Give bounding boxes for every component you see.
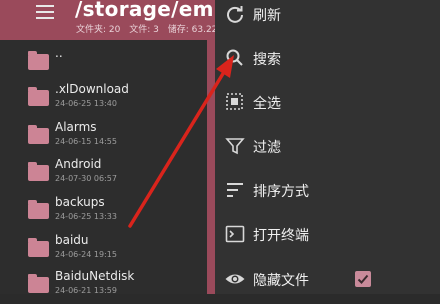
- menu-item-search[interactable]: 搜索: [215, 38, 440, 78]
- file-name: .xlDownload: [55, 82, 129, 96]
- menu-item-hidden-files[interactable]: 隐藏文件: [215, 258, 440, 298]
- folder-icon: [28, 125, 49, 144]
- search-icon: [224, 47, 246, 69]
- file-name: backups: [55, 195, 105, 209]
- menu-label: 过滤: [253, 140, 281, 156]
- hamburger-menu-icon[interactable]: [36, 5, 54, 19]
- overflow-menu: 刷新 搜索 全选 过滤 排序方式 打开终端 隐藏文件: [215, 0, 440, 294]
- path-info: 文件夹: 20 文件: 3 储存: 63.22: [76, 22, 223, 35]
- select-all-icon: [224, 91, 246, 113]
- menu-item-select-all[interactable]: 全选: [215, 82, 440, 122]
- file-name: baidu: [55, 233, 89, 247]
- file-date: 24-06-25 13:40: [55, 99, 117, 108]
- file-name: BaiduNetdisk: [55, 269, 135, 283]
- file-date: 24-07-30 06:57: [55, 174, 117, 183]
- terminal-icon: [224, 223, 246, 245]
- filter-icon: [224, 135, 246, 157]
- menu-item-sort[interactable]: 排序方式: [215, 170, 440, 210]
- menu-label: 打开终端: [253, 228, 309, 244]
- menu-item-filter[interactable]: 过滤: [215, 126, 440, 166]
- file-date: 24-06-15 14:55: [55, 137, 117, 146]
- file-name: ..: [55, 46, 63, 60]
- folder-icon: [28, 162, 49, 181]
- hidden-files-checkbox[interactable]: [355, 271, 371, 287]
- scroll-indicator-strip: [207, 40, 215, 294]
- menu-label: 搜索: [253, 52, 281, 68]
- file-row[interactable]: backups 24-06-25 13:33: [0, 194, 215, 230]
- file-count: 文件: 3: [129, 25, 159, 35]
- sort-icon: [224, 179, 246, 201]
- file-name: Alarms: [55, 120, 97, 134]
- file-row[interactable]: Alarms 24-06-15 14:55: [0, 119, 215, 155]
- file-row[interactable]: Android 24-07-30 06:57: [0, 156, 215, 192]
- file-list: .. .xlDownload 24-06-25 13:40 Alarms 24-…: [0, 40, 215, 295]
- file-row[interactable]: BaiduNetdisk 24-06-21 13:59: [0, 268, 215, 304]
- folder-icon: [28, 87, 49, 106]
- menu-label: 隐藏文件: [253, 273, 309, 289]
- file-date: 24-06-24 19:15: [55, 250, 117, 259]
- folder-icon: [28, 51, 49, 70]
- folder-icon: [28, 238, 49, 257]
- file-row[interactable]: baidu 24-06-24 19:15: [0, 232, 215, 268]
- file-row[interactable]: .xlDownload 24-06-25 13:40: [0, 81, 215, 117]
- folder-count: 文件夹: 20: [76, 25, 121, 35]
- menu-label: 刷新: [253, 8, 281, 24]
- menu-item-refresh[interactable]: 刷新: [215, 0, 440, 40]
- menu-label: 全选: [253, 96, 281, 112]
- menu-label: 排序方式: [253, 184, 309, 200]
- menu-item-terminal[interactable]: 打开终端: [215, 214, 440, 254]
- refresh-icon: [224, 4, 246, 26]
- eye-icon: [224, 268, 246, 290]
- folder-icon: [28, 274, 49, 293]
- storage-info: 储存: 63.22: [167, 25, 218, 35]
- file-row-parent[interactable]: ..: [0, 46, 215, 82]
- file-name: Android: [55, 157, 102, 171]
- file-date: 24-06-25 13:33: [55, 212, 117, 221]
- folder-icon: [28, 200, 49, 219]
